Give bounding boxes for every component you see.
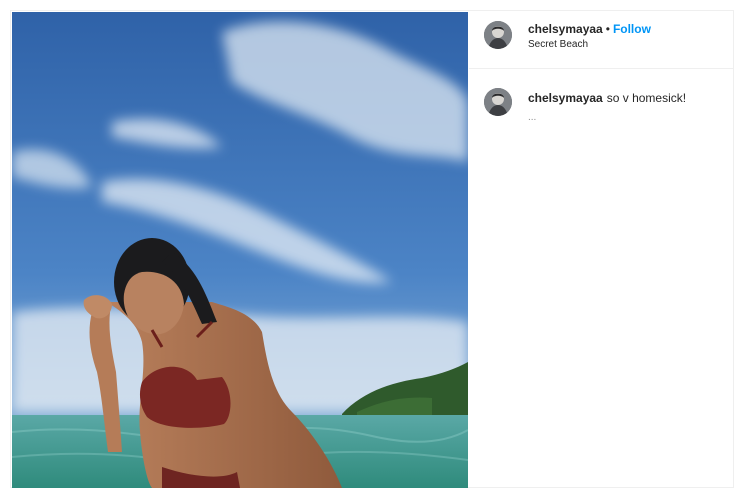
post-photo[interactable] (12, 12, 468, 488)
post-header: chelsymayaa • Follow Secret Beach (469, 11, 733, 69)
author-username[interactable]: chelsymayaa (528, 22, 603, 36)
follow-button[interactable]: Follow (613, 22, 651, 36)
location-link[interactable]: Secret Beach (528, 39, 588, 50)
caption-username[interactable]: chelsymayaa (528, 91, 603, 105)
post-sidebar: chelsymayaa • Follow Secret Beach chelsyma… (469, 11, 733, 487)
author-line: chelsymayaa • Follow (528, 22, 651, 36)
beach-photo-image (12, 12, 468, 488)
caption-avatar[interactable] (484, 88, 512, 116)
separator-dot: • (605, 22, 610, 36)
author-avatar[interactable] (484, 21, 512, 49)
avatar-photo-icon (484, 88, 512, 116)
caption-meta: ... (528, 112, 537, 123)
caption-text: so v homesick! (606, 91, 687, 105)
post-card: chelsymayaa • Follow Secret Beach chelsyma… (10, 10, 734, 488)
avatar-photo-icon (484, 21, 512, 49)
caption-line: chelsymayaa so v homesick! (528, 91, 686, 105)
